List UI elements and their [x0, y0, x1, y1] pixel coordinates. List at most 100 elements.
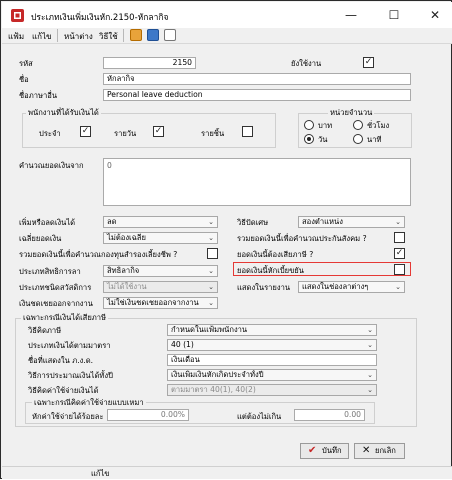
maximize-button[interactable]: ☐	[379, 5, 409, 25]
chevron-down-icon: ⌄	[208, 218, 214, 226]
overtime-select-value: ไม่ใช่เงินชดเชยออกจากงาน	[107, 298, 199, 307]
estimate-select[interactable]: เงินเพิ่มเงินหักเกิดประจำทั้งปี ⌄	[167, 369, 377, 381]
minimize-button[interactable]: —	[336, 5, 366, 25]
minute-radio[interactable]	[353, 134, 363, 144]
rounding-select-value: สองตำแหน่ง	[302, 217, 343, 226]
menu-window[interactable]: หน้าต่าง	[64, 30, 93, 43]
chevron-down-icon: ⌄	[367, 341, 373, 349]
baht-radio[interactable]	[304, 120, 314, 130]
benefit-select[interactable]: ไม่ได้ใช้งาน ⌄	[103, 281, 218, 293]
sso-checkbox[interactable]	[394, 232, 405, 243]
overtime-select[interactable]: ไม่ใช่เงินชดเชยออกจากงาน ⌄	[103, 297, 218, 309]
expense-label: วิธีคิดค่าใช้จ่ายเงินได้	[28, 386, 99, 395]
save-button-label: บันทึก	[322, 446, 342, 455]
day-radio[interactable]	[304, 134, 314, 144]
monthly-label: ประจำ	[39, 129, 61, 138]
status-text: แก้ไข	[91, 469, 110, 478]
status-bar: แก้ไข	[2, 466, 452, 479]
print-icon[interactable]	[164, 29, 176, 41]
report-select-value: แสดงในช่องลาต่างๆ	[302, 282, 369, 291]
active-checkbox[interactable]: ✓	[363, 57, 374, 68]
welfare-select[interactable]: สิทธิลากิจ ⌄	[103, 265, 218, 277]
pf-checkbox[interactable]	[207, 248, 218, 259]
employee-group-title: พนักงานที่ได้รับเงินได้	[26, 107, 101, 119]
percent-label: หักค่าใช้จ่ายได้ร้อยละ	[32, 412, 104, 421]
check-icon: ✔	[308, 445, 317, 456]
daily-label: รายวัน	[114, 129, 137, 138]
percent-input[interactable]: 0.00%	[107, 409, 189, 421]
name-input[interactable]: หักลากิจ	[103, 73, 411, 85]
tax-method-select-value: กำหนดในแฟ้มพนักงาน	[171, 325, 248, 334]
cancel-button[interactable]: ✕ ยกเลิก	[354, 443, 405, 459]
lump-sum-group-title: เฉพาะกรณีคิดค่าใช้จ่ายแบบเหมา	[32, 397, 146, 409]
welfare-label: ประเภทสิทธิการลา	[19, 267, 81, 276]
menu-file[interactable]: แฟ้ม	[8, 30, 24, 43]
menu-separator	[123, 29, 124, 42]
max-label: แต่ต้องไม่เกิน	[237, 412, 282, 421]
hour-label: ชั่วโมง	[367, 121, 390, 130]
code-label: รหัส	[19, 59, 33, 68]
pnd-name-input[interactable]: เงินเดือน	[167, 354, 377, 366]
menu-separator	[57, 29, 58, 42]
income-type-select[interactable]: 40 (1) ⌄	[167, 339, 377, 351]
sso-label: รวมยอดเงินนี้เพื่อคำนวณประกันสังคม ?	[237, 234, 367, 243]
piece-label: รายชิ้น	[201, 129, 225, 138]
unit-group-title: หน่วยจำนวน	[328, 107, 375, 119]
calc-textarea[interactable]: 0	[103, 158, 411, 206]
avg-label: เฉลี่ยยอดเงิน	[19, 234, 62, 243]
piece-checkbox[interactable]	[242, 126, 253, 137]
chevron-down-icon: ⌄	[208, 299, 214, 307]
name-eng-input[interactable]: Personal leave deduction	[103, 89, 411, 101]
report-label: แสดงในรายงาน	[237, 283, 291, 292]
type-select-value: ลด	[107, 217, 117, 226]
chevron-down-icon: ⌄	[367, 386, 373, 394]
benefit-select-value: ไม่ได้ใช้งาน	[107, 282, 147, 291]
daily-checkbox[interactable]: ✓	[153, 126, 164, 137]
estimate-label: วิธีการประมาณเงินได้ทั้งปี	[28, 371, 113, 380]
type-select[interactable]: ลด ⌄	[103, 216, 218, 228]
benefit-label: ประเภทชนิดสวัสดิการ	[19, 283, 92, 292]
minute-label: นาที	[367, 135, 382, 144]
active-label: ยังใช้งาน	[291, 59, 322, 68]
title-bar: ประเภทเงินเพิ่มเงินหัก.2150-หักลากิจ — ☐…	[2, 2, 452, 28]
baht-label: บาท	[318, 121, 333, 130]
max-input[interactable]: 0.00	[294, 409, 365, 421]
chevron-down-icon: ⌄	[367, 371, 373, 379]
photo-icon[interactable]	[147, 29, 159, 41]
calc-label: คำนวณยอดเงินจาก	[19, 161, 84, 170]
app-icon	[11, 9, 24, 22]
chevron-down-icon: ⌄	[367, 326, 373, 334]
report-select[interactable]: แสดงในช่องลาต่างๆ ⌄	[298, 281, 405, 293]
tax-group-title: เฉพาะกรณีเงินได้เสียภาษี	[21, 312, 109, 324]
monthly-checkbox[interactable]: ✓	[80, 126, 91, 137]
tax-method-select[interactable]: กำหนดในแฟ้มพนักงาน ⌄	[167, 324, 377, 336]
close-button[interactable]: ✕	[420, 5, 450, 25]
menu-help[interactable]: วิธีใช้	[99, 30, 118, 43]
diligence-checkbox[interactable]	[394, 264, 405, 275]
pf-label: รวมยอดเงินนี้เพื่อคำนวณกองทุนสำรองเลี้ยง…	[19, 250, 178, 259]
welfare-select-value: สิทธิลากิจ	[107, 266, 140, 275]
chevron-down-icon: ⌄	[208, 267, 214, 275]
expense-select-value: ตามมาตรา 40(1), 40(2)	[171, 385, 256, 394]
code-input[interactable]: 2150	[103, 57, 196, 69]
chevron-down-icon: ⌄	[208, 283, 214, 291]
taxable-checkbox[interactable]: ✓	[394, 248, 405, 259]
rounding-select[interactable]: สองตำแหน่ง ⌄	[298, 216, 405, 228]
overtime-label: เงินชดเชยออกจากงาน	[19, 299, 93, 308]
avg-select[interactable]: ไม่ต้องเฉลี่ย ⌄	[103, 232, 218, 244]
type-label: เพิ่มหรือลดเงินได้	[19, 218, 76, 227]
expense-select[interactable]: ตามมาตรา 40(1), 40(2) ⌄	[167, 384, 377, 396]
close-icon: ✕	[362, 445, 371, 456]
taxable-label: ยอดเงินนี้ต้องเสียภาษี ?	[237, 250, 314, 259]
hour-radio[interactable]	[353, 120, 363, 130]
chevron-down-icon: ⌄	[395, 283, 401, 291]
day-label: วัน	[318, 135, 328, 144]
estimate-select-value: เงินเพิ่มเงินหักเกิดประจำทั้งปี	[171, 370, 264, 379]
menu-edit[interactable]: แก้ไข	[32, 30, 52, 43]
record-icon[interactable]	[130, 29, 142, 41]
rounding-label: วิธีปัดเศษ	[237, 218, 269, 227]
name-eng-label: ชื่อภาษาอื่น	[19, 91, 58, 100]
income-type-label: ประเภทเงินได้ตามมาตรา	[28, 341, 111, 350]
pnd-name-label: ชื่อที่แสดงใน ภ.ง.ด.	[28, 356, 94, 365]
save-button[interactable]: ✔ บันทึก	[300, 443, 349, 459]
